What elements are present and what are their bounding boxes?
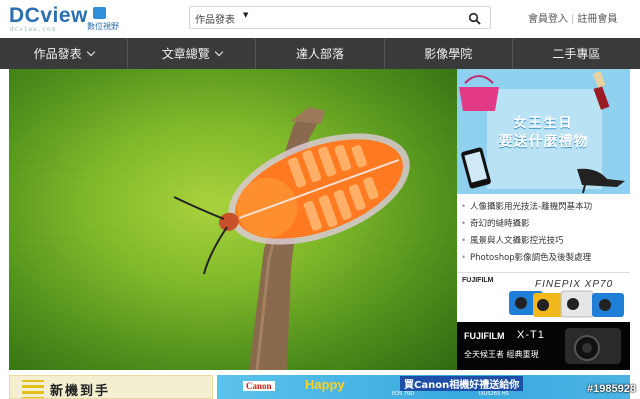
ad-model-2: IXUS265 HS	[479, 391, 509, 397]
page: DCview 數位視野 dcview.com 作品發表 ▼ 會員登入 | 註冊會員 …	[0, 0, 640, 399]
link-text: 風景與人文攝影控光技巧	[470, 236, 564, 246]
auth-links: 會員登入 | 註冊會員	[528, 10, 617, 25]
article-link[interactable]: • 奇幻的縫時攝影	[457, 216, 630, 233]
nav-item-label: 達人部落	[296, 47, 345, 61]
caret-down-icon[interactable]: ▼	[243, 11, 248, 19]
promo-banner-queen-birthday[interactable]: 女王生日 要送什麼禮物	[457, 69, 630, 194]
banner-title: 女王生日	[513, 116, 574, 131]
banner-subtitle: 要送什麼禮物	[498, 134, 589, 150]
article-link[interactable]: • 人像攝影用光技法-離機閃基本功	[457, 199, 630, 216]
divider: |	[571, 14, 575, 25]
ad-model-1: EOS 70D	[392, 391, 415, 397]
site-logo[interactable]: DCview 數位視野 dcview.com	[9, 4, 119, 34]
logo-chinese-name: 數位視野	[87, 22, 119, 31]
article-link[interactable]: • 風景與人文攝影控光技巧	[457, 233, 630, 250]
new-camera-ad[interactable]: 新機到手	[9, 375, 213, 399]
link-text: Photoshop影像調色及後製處理	[470, 253, 592, 263]
login-link[interactable]: 會員登入	[528, 10, 568, 25]
nav-item-secondhand[interactable]: 二手專區	[513, 38, 640, 69]
insect-photo-illustration	[173, 107, 410, 370]
search-input[interactable]	[254, 9, 459, 26]
logo-subtext: dcview.com	[10, 26, 57, 33]
canon-logo: Canon	[243, 381, 275, 391]
fujifilm-xp70-ad[interactable]: FUJIFILM FINEPIX XP70	[457, 272, 630, 322]
stripe-icon	[22, 380, 44, 398]
ad-promo: 買Canon相機好禮送給你	[400, 376, 524, 391]
bullet-icon: •	[461, 236, 467, 246]
search-category-select[interactable]: 作品發表	[195, 11, 235, 26]
canon-ad[interactable]: Canon Happy 買Canon相機好禮送給你 EOS 70D IXUS26…	[217, 375, 630, 399]
ad-headline: Happy	[305, 377, 345, 392]
nav-item-academy[interactable]: 影像學院	[385, 38, 513, 69]
camera-icon	[93, 7, 106, 19]
chevron-down-icon	[86, 47, 95, 57]
link-text: 奇幻的縫時攝影	[470, 219, 530, 229]
ad-text: 新機到手	[50, 384, 111, 399]
search-icon[interactable]	[468, 11, 482, 25]
register-link[interactable]: 註冊會員	[577, 10, 617, 25]
nav-item-articles[interactable]: 文章總覽	[128, 38, 257, 69]
nav-item-label: 文章總覽	[161, 47, 210, 61]
main-nav: 作品發表 文章總覽 達人部落 影像學院 二手專區	[0, 38, 640, 69]
nav-item-works[interactable]: 作品發表	[0, 38, 129, 69]
logo-text: DCview	[9, 4, 88, 27]
article-link[interactable]: • Photoshop影像調色及後製處理	[457, 250, 630, 267]
chevron-down-icon	[214, 47, 224, 57]
link-text: 人像攝影用光技法-離機閃基本功	[470, 202, 593, 212]
bullet-icon: •	[461, 202, 467, 212]
camera-lineup-icon	[509, 290, 624, 318]
nav-item-label: 二手專區	[552, 47, 601, 61]
search-bar: 作品發表 ▼	[189, 6, 491, 29]
article-links: • 人像攝影用光技法-離機閃基本功 • 奇幻的縫時攝影 • 風景與人文攝影控光技巧 •…	[457, 194, 630, 272]
hero-photo[interactable]	[9, 69, 457, 370]
bullet-icon: •	[461, 219, 467, 229]
bullet-icon: •	[461, 253, 467, 263]
fujifilm-xt1-ad[interactable]: FUJIFILM X-T1 全天候王者 經典重現	[457, 322, 630, 370]
top-bar: DCview 數位視野 dcview.com 作品發表 ▼ 會員登入 | 註冊會員	[0, 0, 640, 38]
image-id-watermark: #1985928	[587, 383, 636, 395]
nav-item-blogs[interactable]: 達人部落	[256, 38, 385, 69]
camera-icon	[565, 328, 621, 364]
nav-item-label: 作品發表	[33, 47, 82, 61]
nav-item-label: 影像學院	[424, 47, 473, 61]
